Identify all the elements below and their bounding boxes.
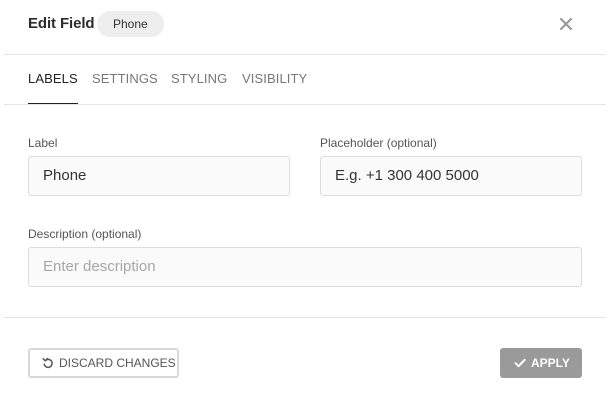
tabs-divider [4,104,606,105]
field-type-badge: Phone [97,11,164,37]
dialog-header: Edit Field Phone [0,0,610,54]
check-icon [514,358,526,368]
tab-settings[interactable]: SETTINGS [92,54,158,104]
description-input[interactable]: Enter description [28,247,582,287]
discard-changes-button[interactable]: DISCARD CHANGES [28,348,179,378]
placeholder-input[interactable]: E.g. +1 300 400 5000 [320,156,582,196]
undo-icon [42,357,53,369]
placeholder-field-caption: Placeholder (optional) [320,136,437,150]
close-icon[interactable] [557,15,575,33]
tab-styling[interactable]: STYLING [171,54,227,104]
dialog-title: Edit Field [28,15,95,32]
footer-divider [4,317,606,318]
apply-label: APPLY [531,356,570,370]
description-field-caption: Description (optional) [28,227,142,241]
tab-visibility[interactable]: VISIBILITY [242,54,307,104]
tab-labels[interactable]: LABELS [28,54,78,105]
apply-button[interactable]: APPLY [500,348,582,378]
label-input[interactable]: Phone [28,156,290,196]
discard-changes-label: DISCARD CHANGES [59,356,176,370]
label-field-caption: Label [28,136,58,150]
